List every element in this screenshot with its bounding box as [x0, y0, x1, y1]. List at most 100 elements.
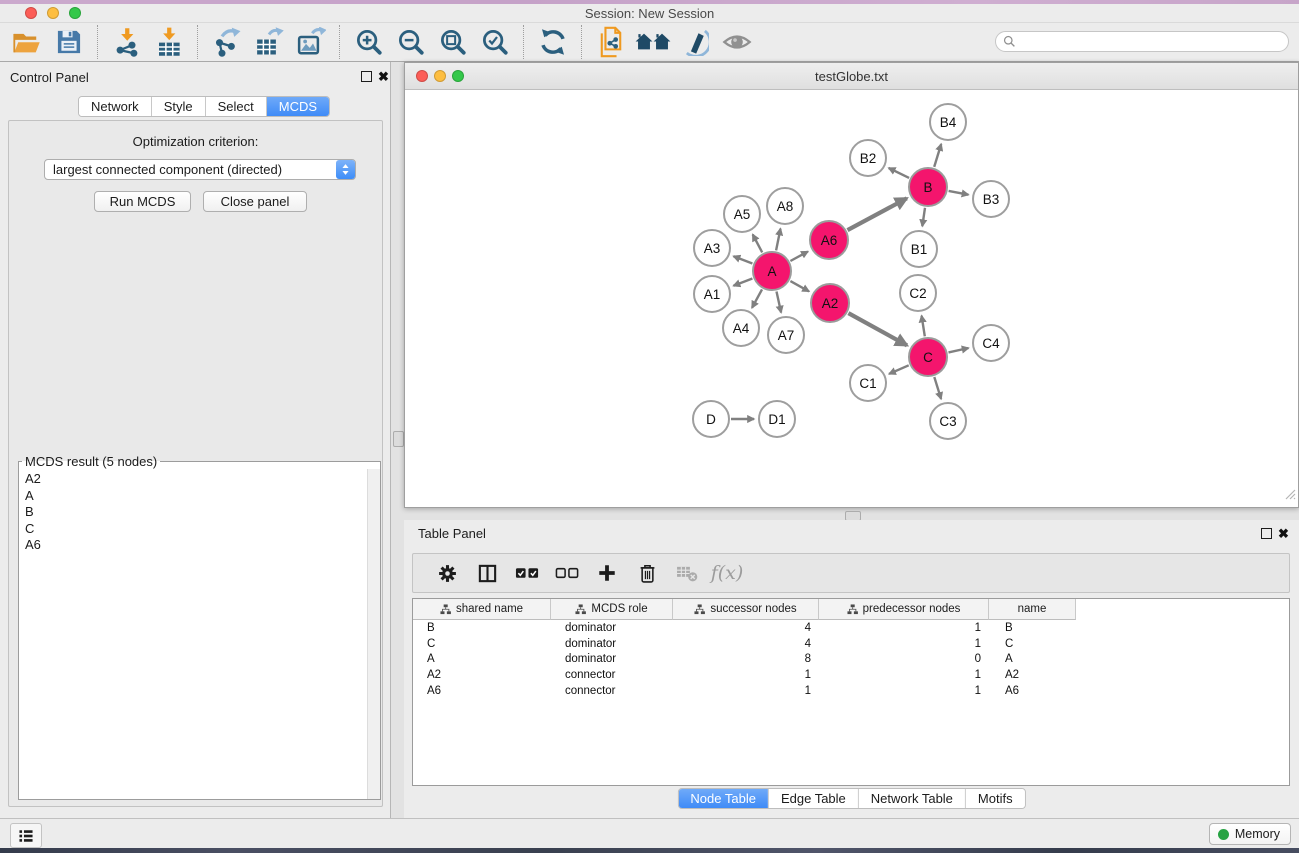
window-resize-grip[interactable]	[1284, 487, 1296, 505]
mcds-result-item[interactable]: A2	[21, 471, 368, 488]
column-header-mcds-role[interactable]: MCDS role	[551, 599, 673, 620]
zoom-fit-icon[interactable]	[432, 24, 474, 60]
export-network-icon[interactable]	[206, 24, 248, 60]
graph-edge-C-C3[interactable]	[934, 377, 941, 399]
column-header-name[interactable]: name	[989, 599, 1076, 620]
table-cell[interactable]: A2	[413, 669, 551, 681]
graph-edge-B-B2[interactable]	[889, 168, 909, 178]
delete-column-icon[interactable]	[627, 556, 667, 590]
table-cell[interactable]: A2	[989, 669, 1076, 681]
graph-node-C1[interactable]: C1	[849, 364, 887, 402]
close-panel-icon[interactable]: ✖	[378, 71, 389, 82]
settings-icon[interactable]	[427, 556, 467, 590]
save-session-icon[interactable]	[48, 24, 90, 60]
column-header-predecessor-nodes[interactable]: predecessor nodes	[819, 599, 989, 620]
table-cell[interactable]: 4	[673, 622, 819, 634]
graph-edge-A-A7[interactable]	[777, 292, 782, 313]
graph-node-A3[interactable]: A3	[693, 229, 731, 267]
mcds-result-item[interactable]: A	[21, 488, 368, 505]
table-cell[interactable]: 0	[819, 653, 989, 665]
table-cell[interactable]: connector	[551, 685, 673, 697]
table-cell[interactable]: A	[413, 653, 551, 665]
table-close-icon[interactable]: ✖	[1278, 528, 1289, 539]
network-canvas[interactable]: B4B2BB3A8A5A6A3B1AA1C2A2A4A7C4CC1C3DD1	[405, 90, 1298, 507]
search-box[interactable]	[995, 31, 1289, 52]
open-session-icon[interactable]	[6, 24, 48, 60]
column-header-successor-nodes[interactable]: successor nodes	[673, 599, 819, 620]
graph-edge-B-B4[interactable]	[934, 144, 941, 167]
zoom-selected-icon[interactable]	[474, 24, 516, 60]
table-cell[interactable]: connector	[551, 669, 673, 681]
float-panel-icon[interactable]	[361, 71, 372, 82]
table-row[interactable]: A2connector11A2	[413, 667, 1289, 683]
select-all-icon[interactable]	[507, 556, 547, 590]
tab-network-table[interactable]: Network Table	[859, 789, 966, 808]
mcds-result-item[interactable]: A6	[21, 537, 368, 554]
graph-edge-A6-B[interactable]	[848, 198, 907, 230]
graph-node-A[interactable]: A	[752, 251, 792, 291]
graph-node-A1[interactable]: A1	[693, 275, 731, 313]
show-graphics-details-icon[interactable]	[716, 24, 758, 60]
export-table-icon[interactable]	[248, 24, 290, 60]
graph-edge-C-C1[interactable]	[889, 365, 909, 374]
table-cell[interactable]: 1	[819, 669, 989, 681]
result-scrollbar[interactable]	[367, 469, 380, 799]
graph-edge-A-A1[interactable]	[734, 279, 753, 286]
table-cell[interactable]: dominator	[551, 622, 673, 634]
graph-node-C4[interactable]: C4	[972, 324, 1010, 362]
graph-node-A2[interactable]: A2	[810, 283, 850, 323]
export-image-icon[interactable]	[290, 24, 332, 60]
graph-node-B4[interactable]: B4	[929, 103, 967, 141]
table-cell[interactable]: 1	[819, 638, 989, 650]
home-icon[interactable]	[632, 24, 674, 60]
tab-network[interactable]: Network	[79, 97, 152, 116]
tab-select[interactable]: Select	[206, 97, 267, 116]
table-cell[interactable]: 8	[673, 653, 819, 665]
search-input[interactable]	[1020, 34, 1288, 50]
table-cell[interactable]: dominator	[551, 653, 673, 665]
deselect-all-icon[interactable]	[547, 556, 587, 590]
graph-node-B3[interactable]: B3	[972, 180, 1010, 218]
graph-node-C3[interactable]: C3	[929, 402, 967, 440]
tab-style[interactable]: Style	[152, 97, 206, 116]
table-cell[interactable]: 1	[819, 685, 989, 697]
table-float-icon[interactable]	[1261, 528, 1272, 539]
graph-node-A8[interactable]: A8	[766, 187, 804, 225]
tab-mcds[interactable]: MCDS	[267, 97, 329, 116]
tab-motifs[interactable]: Motifs	[966, 789, 1025, 808]
show-columns-icon[interactable]	[467, 556, 507, 590]
table-row[interactable]: A6connector11A6	[413, 683, 1289, 699]
table-cell[interactable]: B	[413, 622, 551, 634]
run-mcds-button[interactable]: Run MCDS	[94, 191, 191, 212]
close-panel-button[interactable]: Close panel	[203, 191, 307, 212]
zoom-in-icon[interactable]	[348, 24, 390, 60]
mcds-result-item[interactable]: B	[21, 504, 368, 521]
criterion-dropdown[interactable]: largest connected component (directed)	[44, 159, 356, 180]
column-header-shared-name[interactable]: shared name	[413, 599, 551, 620]
graph-node-C2[interactable]: C2	[899, 274, 937, 312]
table-cell[interactable]: 1	[673, 685, 819, 697]
table-cell[interactable]: B	[989, 622, 1076, 634]
table-row[interactable]: Bdominator41B	[413, 620, 1289, 636]
graph-node-A6[interactable]: A6	[809, 220, 849, 260]
table-cell[interactable]: 1	[819, 622, 989, 634]
table-cell[interactable]: C	[989, 638, 1076, 650]
table-cell[interactable]: 4	[673, 638, 819, 650]
zoom-out-icon[interactable]	[390, 24, 432, 60]
graph-edge-B-B3[interactable]	[949, 191, 969, 195]
table-cell[interactable]: 1	[673, 669, 819, 681]
graph-edge-C-C2[interactable]	[922, 316, 925, 337]
import-table-icon[interactable]	[148, 24, 190, 60]
graph-edge-A-A6[interactable]	[790, 252, 808, 262]
table-row[interactable]: Adominator80A	[413, 652, 1289, 668]
table-cell[interactable]: C	[413, 638, 551, 650]
table-cell[interactable]: A	[989, 653, 1076, 665]
mcds-result-item[interactable]: C	[21, 521, 368, 538]
graph-edge-A2-C[interactable]	[848, 313, 907, 345]
graph-node-C[interactable]: C	[908, 337, 948, 377]
task-history-button[interactable]	[10, 823, 42, 848]
add-column-icon[interactable]	[587, 556, 627, 590]
hide-graphics-details-icon[interactable]	[674, 24, 716, 60]
tab-edge-table[interactable]: Edge Table	[769, 789, 859, 808]
graph-node-B2[interactable]: B2	[849, 139, 887, 177]
